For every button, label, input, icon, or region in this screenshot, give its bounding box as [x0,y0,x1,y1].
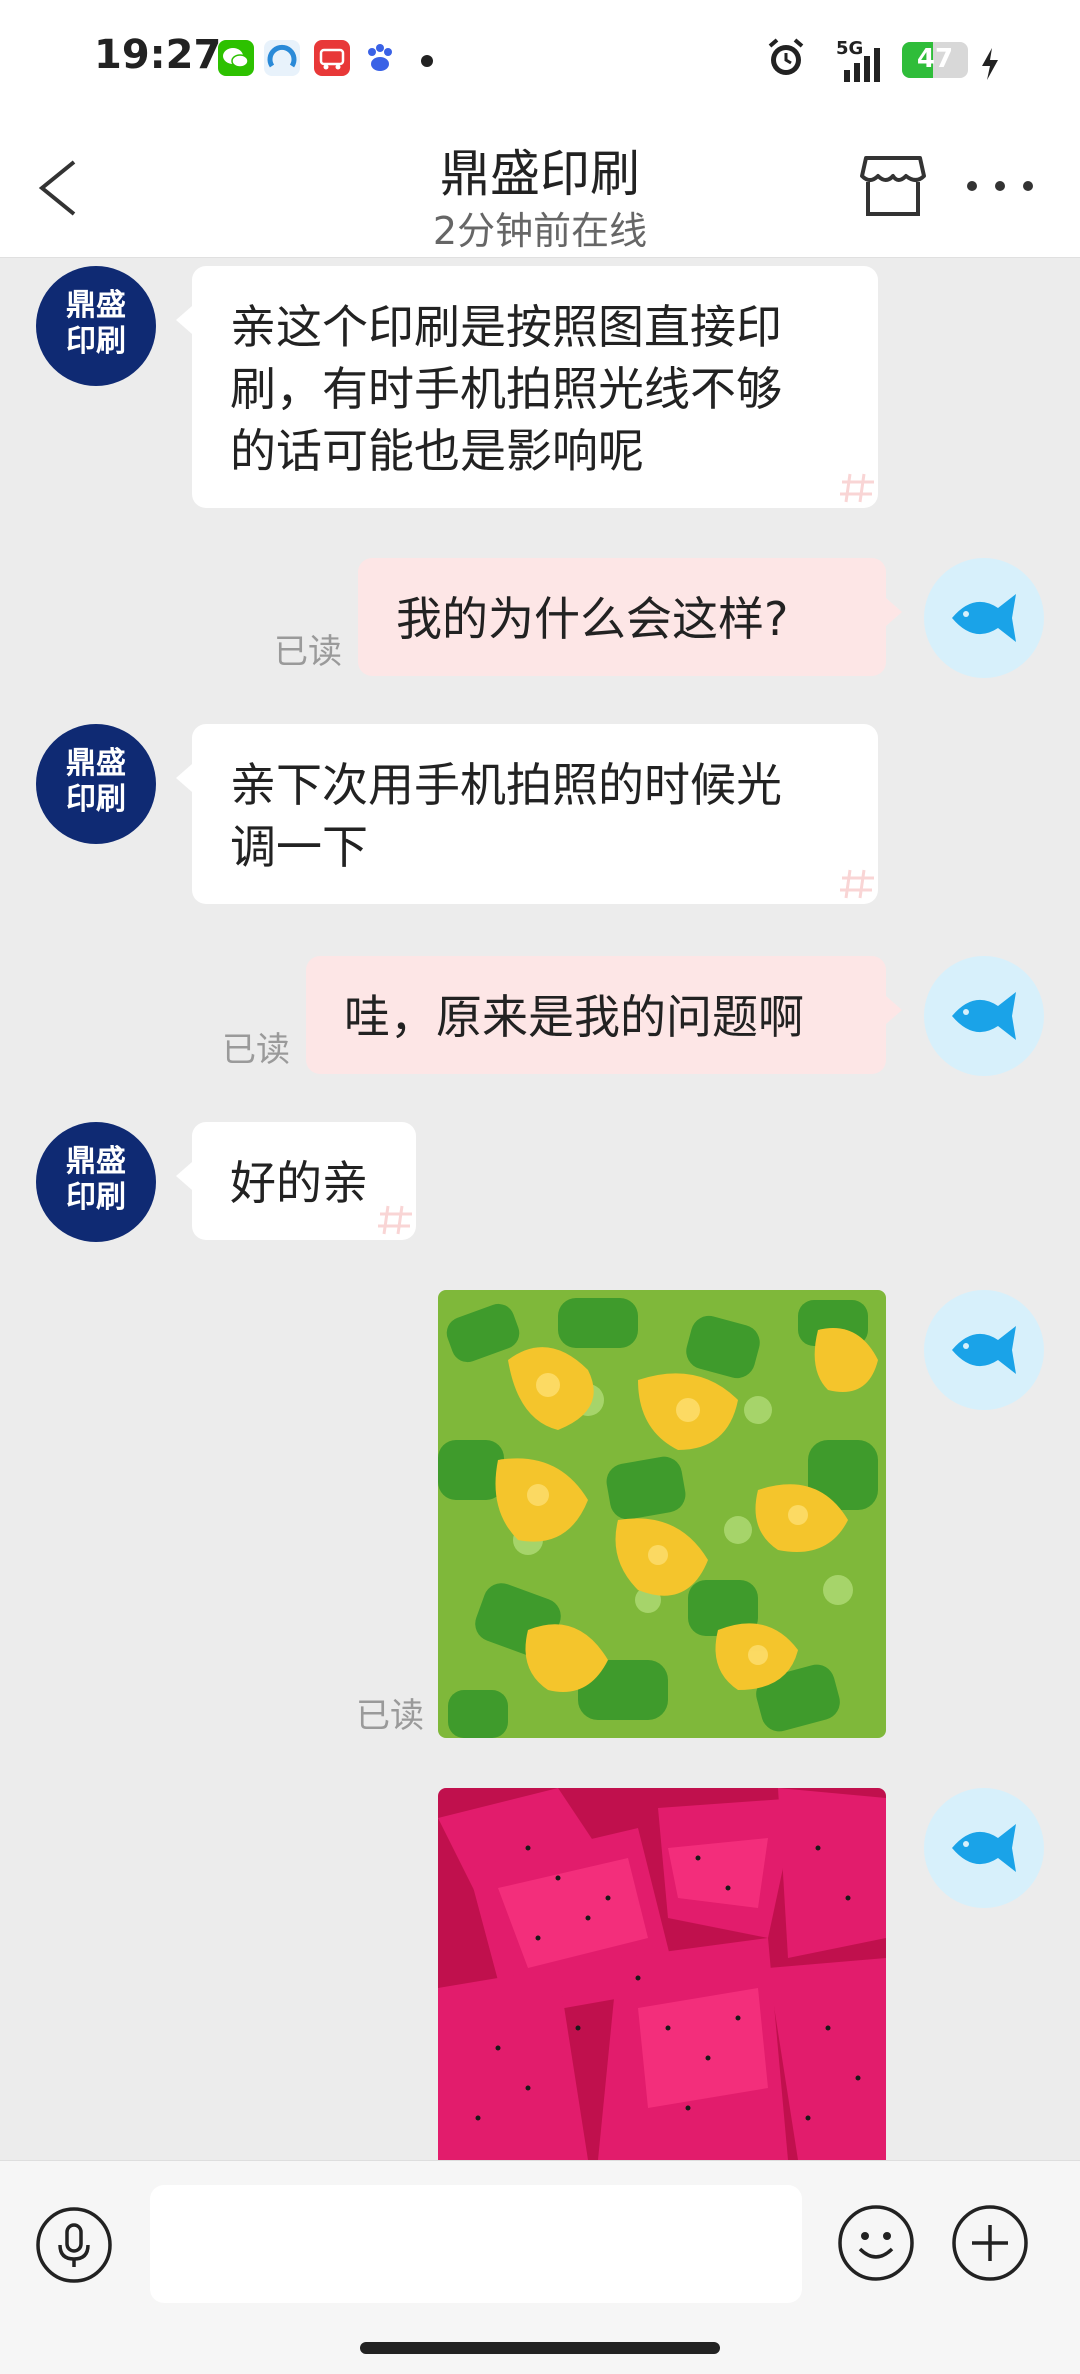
baidu-icon [362,40,398,76]
store-button[interactable] [858,148,928,224]
home-indicator[interactable] [360,2342,720,2354]
chat-header: 鼎盛印刷 2分钟前在线 [0,118,1080,258]
more-button[interactable] [960,158,1040,214]
image-message-food[interactable] [438,1290,886,1738]
battery-level: 47 [916,44,954,74]
dragonfruit-photo [438,1788,886,2160]
my-avatar[interactable] [924,1290,1044,1410]
voice-button[interactable] [34,2205,114,2285]
browser-icon [264,40,300,76]
read-receipt: 已读 [356,1696,424,1736]
food-photo [438,1290,886,1738]
signal-icon [844,48,880,82]
wechat-icon [218,40,254,76]
smiley-icon [838,2205,914,2281]
red-app-icon [314,40,350,76]
fish-icon [952,1326,1016,1374]
more-dots-icon [967,181,1033,191]
my-avatar[interactable] [924,956,1044,1076]
shop-avatar[interactable]: 鼎盛 印刷 [36,724,156,844]
watermark-icon [840,473,874,503]
message-bubble-incoming[interactable]: 好的亲 [176,1122,416,1240]
charging-icon [982,48,998,80]
message-bubble-incoming[interactable]: 亲下次用手机拍照的时候光 调一下 [176,724,878,904]
image-message-dragonfruit[interactable] [438,1788,886,2160]
store-icon [860,156,926,216]
my-avatar[interactable] [924,558,1044,678]
fish-icon [952,1824,1016,1872]
message-list[interactable]: 鼎盛 印刷 亲这个印刷是按照图直接印 刷，有时手机拍照光线不够 的话可能也是影响… [0,258,1080,2160]
plus-icon [952,2205,1028,2281]
read-receipt: 已读 [274,632,342,672]
watermark-icon [378,1205,412,1235]
microphone-icon [36,2207,112,2283]
shop-avatar[interactable]: 鼎盛 印刷 [36,1122,156,1242]
status-bar: 19:27 5G 47 [0,0,1080,118]
message-bubble-outgoing[interactable]: 哇，原来是我的问题啊 [306,956,902,1074]
alarm-icon [768,38,804,75]
fish-icon [952,992,1016,1040]
status-time: 19:27 [94,32,222,78]
shop-avatar[interactable]: 鼎盛 印刷 [36,266,156,386]
message-bubble-incoming[interactable]: 亲这个印刷是按照图直接印 刷，有时手机拍照光线不够 的话可能也是影响呢 [176,266,878,508]
fish-icon [952,594,1016,642]
message-input[interactable] [150,2185,802,2303]
more-actions-button[interactable] [950,2203,1030,2283]
my-avatar[interactable] [924,1788,1044,1908]
message-bubble-outgoing[interactable]: 我的为什么会这样? [358,558,902,676]
emoji-button[interactable] [836,2203,916,2283]
battery-icon: 47 [902,42,968,78]
notification-dot [421,55,433,67]
watermark-icon [840,869,874,899]
read-receipt: 已读 [222,1030,290,1070]
